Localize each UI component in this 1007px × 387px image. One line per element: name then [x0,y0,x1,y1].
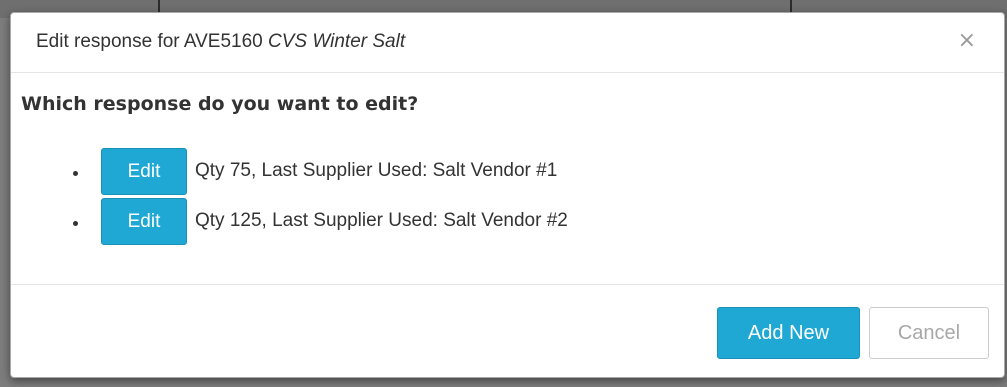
dialog-body: Which response do you want to edit? Edit… [11,73,1004,284]
cancel-button[interactable]: Cancel [869,307,989,359]
close-icon[interactable]: × [958,30,976,52]
response-1-summary: Qty 75, Last Supplier Used: Salt Vendor … [195,160,558,181]
add-new-button[interactable]: Add New [717,307,860,359]
bullet-icon [73,221,78,226]
bullet-icon [73,171,78,176]
response-list: Edit Qty 75, Last Supplier Used: Salt Ve… [11,148,711,248]
list-item: Edit Qty 75, Last Supplier Used: Salt Ve… [11,148,711,198]
response-2-summary: Qty 125, Last Supplier Used: Salt Vendor… [195,210,568,231]
edit-response-dialog: Edit response for AVE5160 CVS Winter Sal… [10,12,1005,378]
dialog-title-item: CVS Winter Salt [268,31,406,52]
edit-response-1-button[interactable]: Edit [101,148,187,195]
dialog-header: Edit response for AVE5160 CVS Winter Sal… [11,13,1004,73]
dialog-title: Edit response for AVE5160 CVS Winter Sal… [36,31,405,53]
edit-response-2-button[interactable]: Edit [101,198,187,245]
dialog-footer: Add New Cancel [11,284,1004,377]
dialog-title-prefix: Edit response for AVE5160 [36,31,269,52]
dialog-question: Which response do you want to edit? [21,93,419,115]
list-item: Edit Qty 125, Last Supplier Used: Salt V… [11,198,711,248]
